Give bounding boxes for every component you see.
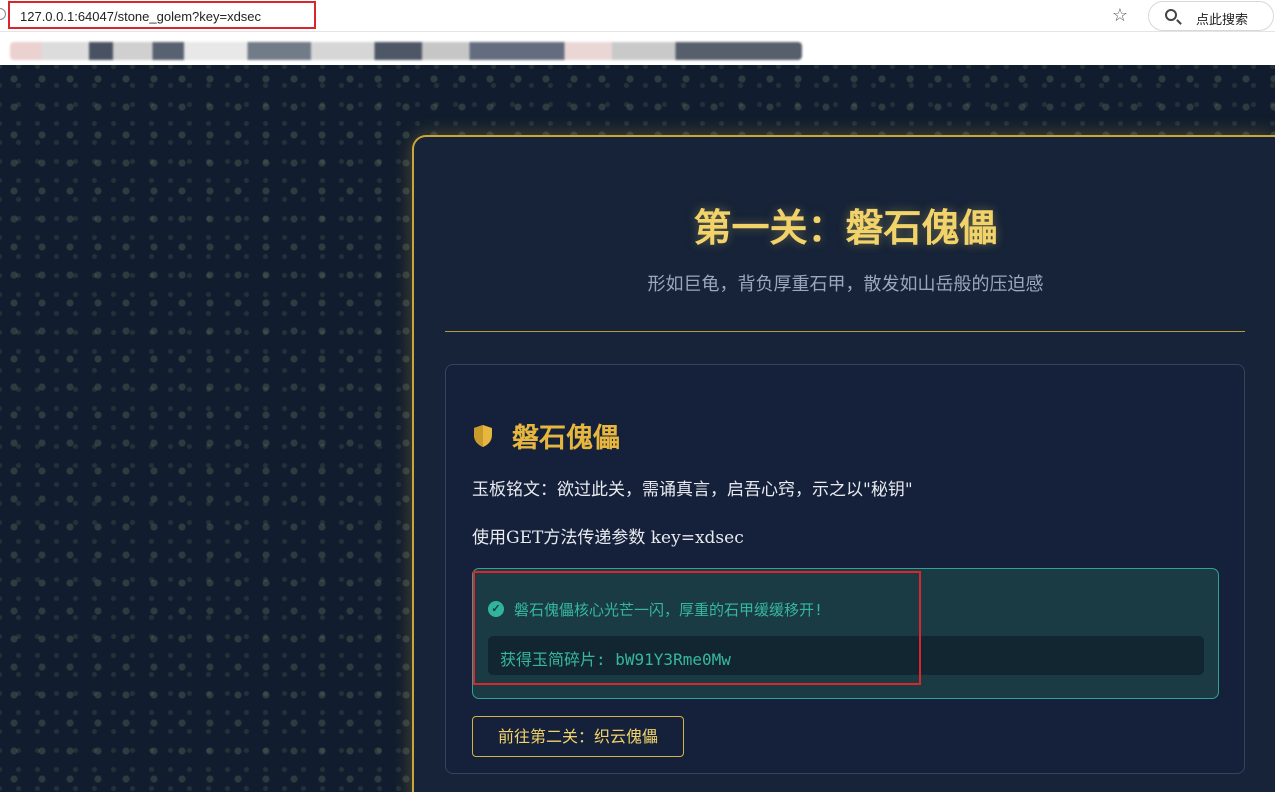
- search-icon: [1165, 9, 1177, 21]
- panel-heading: 磐石傀儡: [512, 423, 620, 454]
- challenge-panel: 磐石傀儡 玉板铭文：欲过此关，需诵真言，启吾心窍，示之以"秘钥" 使用GET方法…: [445, 364, 1245, 774]
- bookmarks-bar: [0, 32, 1275, 65]
- shield-icon: [474, 425, 492, 447]
- annotation-highlight-box: [473, 571, 921, 685]
- browser-address-bar: 127.0.0.1:64047/stone_golem?key=xdsec ☆ …: [0, 0, 1275, 32]
- page-title: 第一关：磐石傀儡: [693, 205, 998, 250]
- next-level-button[interactable]: 前往第二关：织云傀儡: [472, 716, 684, 757]
- url-highlight-box: 127.0.0.1:64047/stone_golem?key=xdsec: [8, 1, 316, 29]
- divider: [445, 331, 1245, 332]
- inscription-text: 玉板铭文：欲过此关，需诵真言，启吾心窍，示之以"秘钥": [472, 480, 913, 500]
- bookmark-star-icon[interactable]: ☆: [1110, 5, 1130, 25]
- hint-text: 使用GET方法传递参数 key=xdsec: [472, 528, 744, 548]
- search-label: 点此搜索: [1196, 12, 1249, 27]
- level-card: 第一关：磐石傀儡 形如巨龟，背负厚重石甲，散发如山岳般的压迫感 磐石傀儡 玉板铭…: [412, 135, 1275, 792]
- site-info-icon[interactable]: [0, 8, 6, 20]
- url-text[interactable]: 127.0.0.1:64047/stone_golem?key=xdsec: [20, 9, 261, 24]
- page-subtitle: 形如巨龟，背负厚重石甲，散发如山岳般的压迫感: [647, 274, 1044, 295]
- blurred-bookmarks: [10, 42, 802, 60]
- search-button[interactable]: 点此搜索: [1148, 1, 1274, 31]
